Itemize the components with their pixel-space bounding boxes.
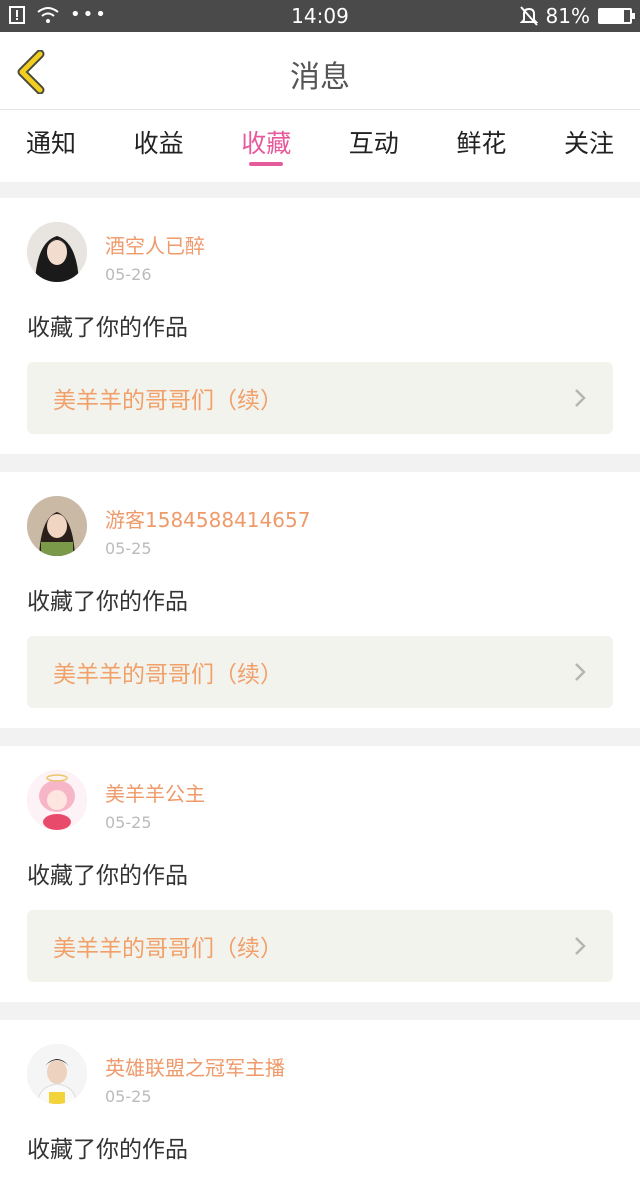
battery-percent: 81%: [545, 4, 590, 28]
tab-follows[interactable]: 关注: [564, 110, 614, 182]
avatar[interactable]: [27, 1044, 87, 1104]
tab-favorites[interactable]: 收藏: [241, 110, 291, 182]
battery-fill: [600, 10, 625, 22]
message-date: 05-25: [105, 1087, 152, 1106]
list-item: 酒空人已醉 05-26 收藏了你的作品 美羊羊的哥哥们（续）: [0, 198, 640, 454]
work-title: 美羊羊的哥哥们（续）: [53, 662, 283, 688]
username[interactable]: 酒空人已醉: [105, 230, 205, 259]
status-right: 81%: [519, 4, 635, 28]
username[interactable]: 英雄联盟之冠军主播: [105, 1052, 285, 1081]
message-header: 美羊羊公主 05-25: [27, 770, 613, 832]
message-meta: 酒空人已醉 05-26: [105, 222, 205, 284]
message-meta: 游客1584588414657 05-25: [105, 496, 310, 558]
message-date: 05-26: [105, 265, 152, 284]
tab-interactions[interactable]: 互动: [349, 110, 399, 182]
message-header: 酒空人已醉 05-26: [27, 222, 613, 284]
tab-bar: 通知 收益 收藏 互动 鲜花 关注: [0, 110, 640, 182]
message-meta: 英雄联盟之冠军主播 05-25: [105, 1044, 285, 1106]
chevron-right-icon: [575, 663, 586, 681]
work-link[interactable]: 美羊羊的哥哥们（续）: [27, 910, 613, 982]
message-date: 05-25: [105, 539, 152, 558]
tab-earnings[interactable]: 收益: [134, 110, 184, 182]
status-bar: ••• 14:09 81%: [0, 0, 640, 32]
chevron-right-icon: [575, 937, 586, 955]
message-meta: 美羊羊公主 05-25: [105, 770, 205, 832]
chevron-right-icon: [575, 389, 586, 407]
username[interactable]: 游客1584588414657: [105, 504, 310, 533]
navigation-bar: 消息: [0, 32, 640, 110]
username[interactable]: 美羊羊公主: [105, 778, 205, 807]
message-action: 收藏了你的作品: [27, 315, 188, 341]
list-item: 美羊羊公主 05-25 收藏了你的作品 美羊羊的哥哥们（续）: [0, 746, 640, 1002]
work-link[interactable]: 美羊羊的哥哥们（续）: [27, 362, 613, 434]
battery-icon: [598, 8, 635, 24]
mute-bell-icon: [519, 6, 538, 26]
work-title: 美羊羊的哥哥们（续）: [53, 388, 283, 414]
message-header: 游客1584588414657 05-25: [27, 496, 613, 558]
avatar[interactable]: [27, 770, 87, 830]
avatar[interactable]: [27, 496, 87, 556]
list-item: 英雄联盟之冠军主播 05-25 收藏了你的作品: [0, 1020, 640, 1204]
message-action: 收藏了你的作品: [27, 589, 188, 615]
tab-flowers[interactable]: 鲜花: [456, 110, 506, 182]
work-link[interactable]: 美羊羊的哥哥们（续）: [27, 636, 613, 708]
list-item: 游客1584588414657 05-25 收藏了你的作品 美羊羊的哥哥们（续）: [0, 472, 640, 728]
page-title: 消息: [290, 60, 350, 95]
message-date: 05-25: [105, 813, 152, 832]
tab-notifications[interactable]: 通知: [26, 110, 76, 182]
message-list: 酒空人已醉 05-26 收藏了你的作品 美羊羊的哥哥们（续） 游客1584588…: [0, 182, 640, 1204]
work-title: 美羊羊的哥哥们（续）: [53, 936, 283, 962]
avatar[interactable]: [27, 222, 87, 282]
message-action: 收藏了你的作品: [27, 1137, 188, 1163]
message-action: 收藏了你的作品: [27, 863, 188, 889]
message-header: 英雄联盟之冠军主播 05-25: [27, 1044, 613, 1106]
